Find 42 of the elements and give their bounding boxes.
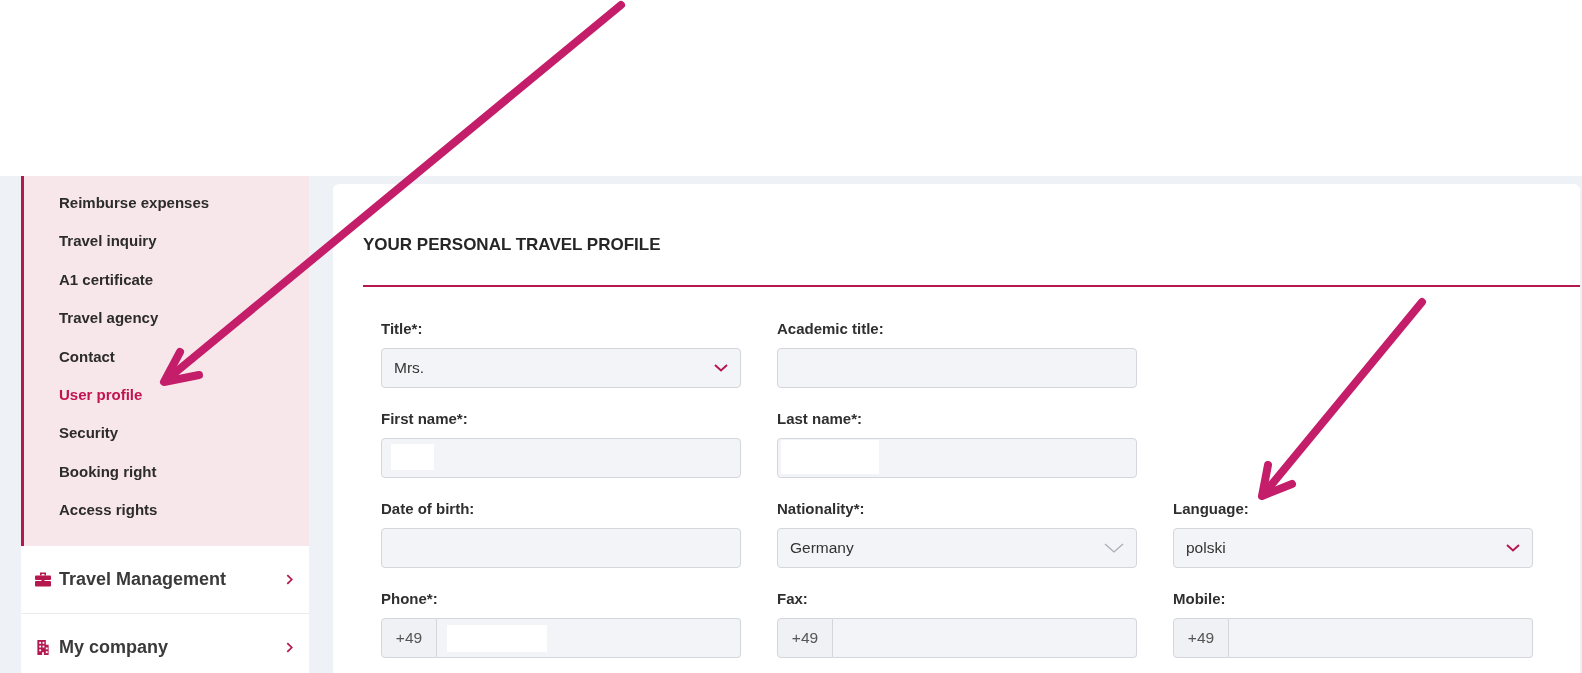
chevron-right-icon — [286, 641, 293, 653]
submenu-link[interactable]: Travel inquiry — [59, 222, 157, 261]
input-field[interactable] — [777, 438, 1137, 478]
submenu-link[interactable]: Access rights — [59, 491, 158, 530]
field-label: Language: — [1173, 499, 1249, 519]
submenu-link[interactable]: User profile — [59, 375, 143, 415]
chevron-right-icon — [286, 573, 293, 585]
section-heading: YOUR PERSONAL TRAVEL PROFILE — [363, 235, 661, 255]
submenu-link[interactable]: Security — [59, 414, 119, 453]
sidebar-item[interactable]: My company — [21, 613, 309, 673]
field-label: Phone*: — [381, 589, 438, 609]
input-field[interactable] — [777, 348, 1137, 388]
field-label: Fax: — [777, 589, 808, 609]
briefcase-icon — [35, 571, 51, 587]
field-label: Title*: — [381, 319, 423, 339]
field-label: Date of birth: — [381, 499, 475, 519]
submenu-link[interactable]: Reimburse expenses — [59, 184, 210, 223]
input-field[interactable] — [833, 618, 1137, 658]
field-label: Mobile: — [1173, 589, 1226, 609]
submenu-link[interactable]: Travel agency — [59, 299, 159, 338]
input-field[interactable] — [437, 618, 741, 658]
submenu-link[interactable]: Booking right — [59, 452, 157, 492]
chevron-down-icon — [1506, 544, 1520, 552]
input-field[interactable] — [381, 438, 741, 478]
country-code-prefix: +49 — [1173, 618, 1229, 658]
field-label: Last name*: — [777, 409, 863, 429]
input-field[interactable] — [1229, 618, 1533, 658]
dropdown-field[interactable]: Mrs. — [381, 348, 741, 388]
dropdown-field[interactable]: Germany — [777, 528, 1137, 568]
input-field[interactable] — [381, 528, 741, 568]
dropdown-field[interactable]: polski — [1173, 528, 1533, 568]
sidebar-item[interactable]: Travel Management — [21, 545, 309, 614]
building-icon — [35, 639, 51, 655]
chevron-down-icon — [1104, 543, 1124, 553]
field-label: Nationality*: — [777, 499, 865, 519]
field-label: First name*: — [381, 409, 468, 429]
submenu-link[interactable]: Contact — [59, 337, 115, 376]
submenu-link[interactable]: A1 certificate — [59, 260, 154, 300]
chevron-down-icon — [714, 364, 728, 372]
country-code-prefix: +49 — [777, 618, 833, 658]
field-label: Academic title: — [777, 319, 884, 339]
country-code-prefix: +49 — [381, 618, 437, 658]
